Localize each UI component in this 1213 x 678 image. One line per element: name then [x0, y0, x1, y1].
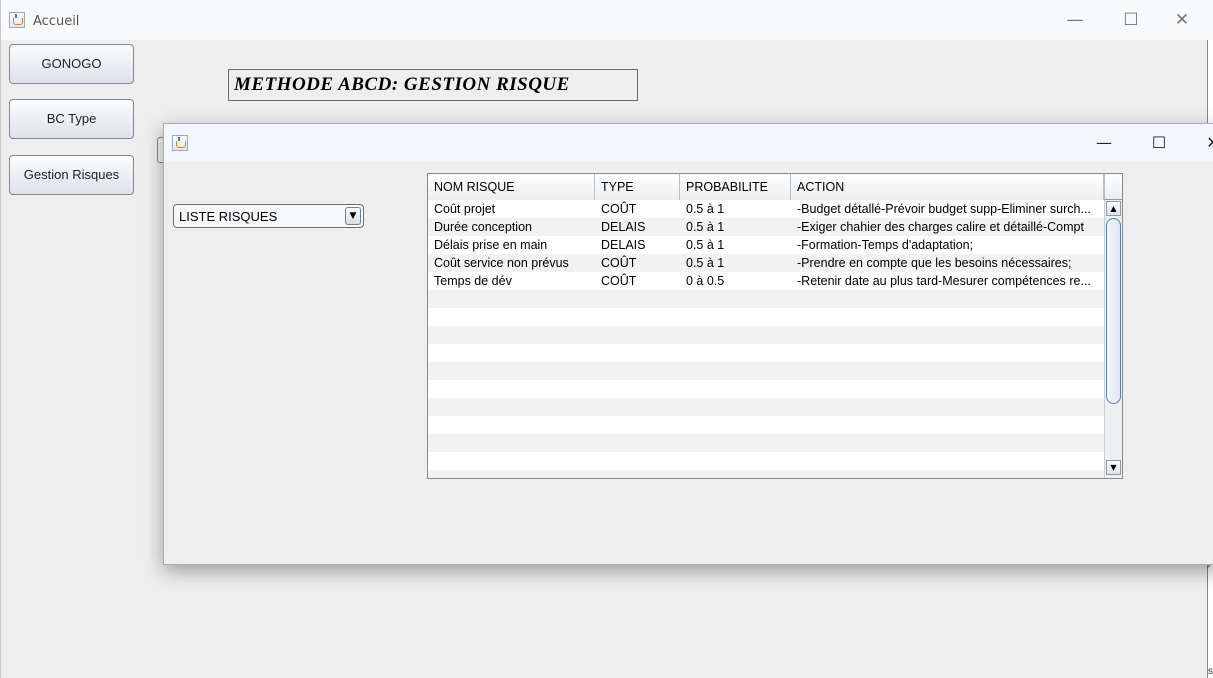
scroll-up-icon[interactable]: ▲ — [1106, 201, 1121, 216]
cell-nom-risque: Temps de dév — [434, 274, 512, 288]
table-row[interactable]: Coût service non prévus COÛT 0.5 à 1 -Pr… — [428, 254, 1104, 272]
table-header-corner — [1104, 174, 1122, 200]
cell-type: COÛT — [601, 256, 637, 270]
bc-type-button[interactable]: BC Type — [9, 99, 134, 139]
cell-type: DELAIS — [601, 238, 646, 252]
risk-dialog: — ☐ ✕ LISTE RISQUES ▼ NOM RISQUE TYPE PR… — [163, 123, 1213, 565]
scroll-down-icon[interactable]: ▼ — [1106, 460, 1121, 475]
column-header-type[interactable]: TYPE — [595, 174, 680, 200]
background-window-fragment: s — [1208, 666, 1213, 677]
risk-list-dropdown[interactable]: LISTE RISQUES ▼ — [173, 204, 364, 228]
window-title: Accueil — [33, 14, 80, 29]
column-header-nom-risque[interactable]: NOM RISQUE — [428, 174, 595, 200]
cell-probabilite: 0.5 à 1 — [686, 238, 725, 252]
dialog-titlebar[interactable]: — ☐ ✕ — [164, 124, 1213, 162]
cell-action: -Prendre en compte que les besoins néces… — [797, 256, 1072, 270]
cell-type: COÛT — [601, 202, 637, 216]
scrollbar-thumb[interactable] — [1106, 218, 1121, 404]
cell-nom-risque: Coût service non prévus — [434, 256, 569, 270]
cell-action: -Budget détallé-Prévoir budget supp-Elim… — [797, 202, 1091, 216]
gonogo-button[interactable]: GONOGO — [9, 44, 134, 84]
cell-probabilite: 0.5 à 1 — [686, 256, 725, 270]
close-button[interactable]: ✕ — [1159, 0, 1205, 40]
cell-action: -Formation-Temps d'adaptation; — [797, 238, 974, 252]
chevron-down-icon[interactable]: ▼ — [345, 207, 361, 225]
cell-probabilite: 0.5 à 1 — [686, 220, 725, 234]
java-app-icon — [9, 12, 25, 28]
minimize-button[interactable]: — — [1052, 0, 1098, 40]
table-row[interactable]: Délais prise en main DELAIS 0.5 à 1 -For… — [428, 236, 1104, 254]
maximize-button[interactable]: ☐ — [1108, 0, 1154, 40]
cell-nom-risque: Durée conception — [434, 220, 532, 234]
cell-action: -Retenir date au plus tard-Mesurer compé… — [797, 274, 1091, 288]
table-row[interactable]: Durée conception DELAIS 0.5 à 1 -Exiger … — [428, 218, 1104, 236]
table-vertical-scrollbar[interactable]: ▲ ▼ — [1104, 200, 1122, 478]
dialog-maximize-button[interactable]: ☐ — [1136, 124, 1182, 162]
table-body: Coût projet COÛT 0.5 à 1 -Budget détallé… — [428, 200, 1104, 478]
cell-nom-risque: Délais prise en main — [434, 238, 548, 252]
column-header-probabilite[interactable]: PROBABILITE — [680, 174, 791, 200]
main-titlebar[interactable]: Accueil — ☐ ✕ — [1, 0, 1213, 40]
cell-type: DELAIS — [601, 220, 646, 234]
risk-table: NOM RISQUE TYPE PROBABILITE ACTION Coût … — [427, 173, 1123, 479]
dialog-close-button[interactable]: ✕ — [1190, 124, 1213, 162]
page-title: METHODE ABCD: GESTION RISQUE — [228, 69, 638, 101]
table-row[interactable]: Coût projet COÛT 0.5 à 1 -Budget détallé… — [428, 200, 1104, 218]
dialog-minimize-button[interactable]: — — [1081, 124, 1127, 162]
table-header: NOM RISQUE TYPE PROBABILITE ACTION — [428, 174, 1104, 201]
cell-probabilite: 0.5 à 1 — [686, 202, 725, 216]
cell-nom-risque: Coût projet — [434, 202, 496, 216]
table-row[interactable]: Temps de dév COÛT 0 à 0.5 -Retenir date … — [428, 272, 1104, 290]
cell-probabilite: 0 à 0.5 — [686, 274, 725, 288]
column-header-action[interactable]: ACTION — [791, 174, 1104, 200]
cell-action: -Exiger chahier des charges calire et dé… — [797, 220, 1084, 234]
java-app-icon — [172, 135, 188, 151]
cell-type: COÛT — [601, 274, 637, 288]
gestion-risques-button[interactable]: Gestion Risques — [9, 155, 134, 195]
dropdown-value: LISTE RISQUES — [179, 209, 278, 224]
